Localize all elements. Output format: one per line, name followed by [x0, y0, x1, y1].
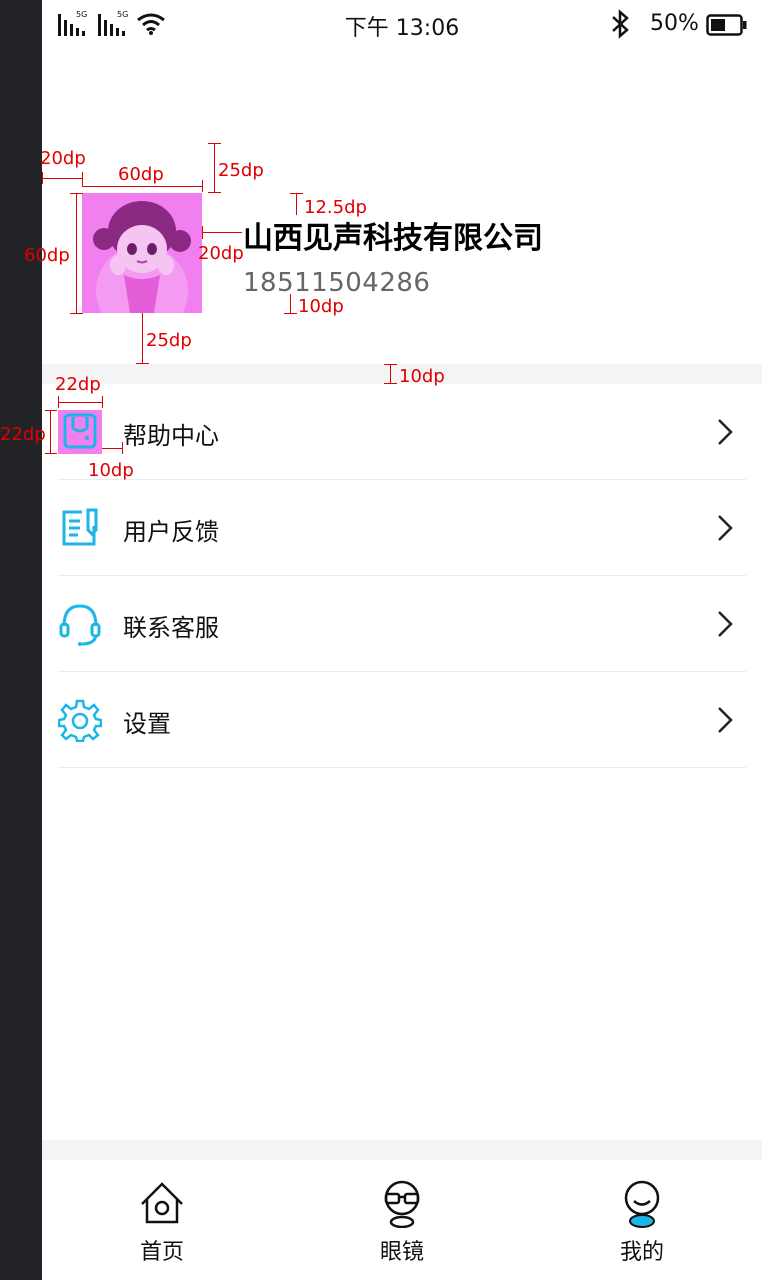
annotation-line	[290, 193, 303, 194]
annotation-icon-text-gap: 10dp	[88, 460, 134, 481]
annotation-line	[384, 364, 397, 365]
headset-icon	[58, 602, 102, 646]
status-time: 下午 13:06	[344, 16, 460, 41]
chevron-right-icon	[718, 419, 733, 445]
battery-percent: 50%	[650, 11, 699, 36]
annotation-line	[82, 186, 202, 187]
annotation-line	[202, 180, 203, 192]
network-type-label: 5G	[76, 10, 88, 19]
feedback-icon	[58, 506, 102, 550]
network-type-label: 5G	[117, 10, 129, 19]
menu-item-label: 设置	[123, 710, 171, 738]
annotation-line	[102, 448, 122, 449]
bottom-tab-bar: 首页 眼镜 我的	[42, 1160, 762, 1280]
menu-separator	[58, 767, 746, 768]
annotation-icon-height: 22dp	[0, 424, 46, 445]
annotation-avatar-width: 60dp	[118, 164, 164, 185]
annotation-line	[202, 226, 203, 239]
menu-item-label: 用户反馈	[123, 518, 219, 546]
menu-item-contact-support[interactable]: 联系客服	[42, 576, 762, 672]
annotation-line	[208, 143, 221, 144]
status-bar: 5G 5G 下午 13:06 50%	[42, 0, 762, 48]
wifi-icon	[137, 13, 165, 35]
annotation-line	[142, 313, 143, 364]
tab-home[interactable]: 首页	[102, 1160, 222, 1280]
annotation-line	[208, 192, 221, 193]
bag-icon	[58, 410, 102, 454]
company-name: 山西见声科技有限公司	[243, 221, 543, 256]
user-avatar[interactable]	[82, 193, 202, 313]
annotation-line	[102, 396, 103, 408]
menu-item-label: 联系客服	[123, 614, 219, 642]
menu-item-help-center[interactable]: 帮助中心	[42, 384, 762, 480]
annotation-phone-gap: 10dp	[298, 296, 344, 317]
tab-glasses[interactable]: 眼镜	[342, 1160, 462, 1280]
annotation-line	[42, 178, 82, 179]
chevron-right-icon	[718, 707, 733, 733]
annotation-line	[122, 442, 123, 454]
annotation-line	[202, 232, 242, 233]
phone-number: 18511504286	[243, 268, 431, 298]
chevron-right-icon	[718, 611, 733, 637]
annotation-line	[58, 402, 102, 403]
annotation-line	[290, 294, 291, 314]
annotation-line	[70, 193, 83, 194]
menu-item-label: 帮助中心	[123, 422, 219, 450]
menu-item-user-feedback[interactable]: 用户反馈	[42, 480, 762, 576]
annotation-line	[42, 172, 43, 184]
annotation-top-space: 25dp	[218, 160, 264, 181]
app-screen: 5G 5G 下午 13:06 50% 山西见声科技有限公司 1851150428…	[0, 0, 762, 1280]
annotation-left-margin: 20dp	[40, 148, 86, 169]
chevron-right-icon	[718, 515, 733, 541]
tabbar-divider	[42, 1140, 762, 1160]
tab-label: 眼镜	[379, 1240, 424, 1265]
glasses-icon	[384, 1180, 420, 1228]
annotation-icon-width: 22dp	[55, 374, 101, 395]
tab-label: 首页	[139, 1240, 184, 1265]
annotation-line	[390, 364, 391, 384]
gear-icon	[57, 698, 103, 743]
annotation-avatar-text-gap: 20dp	[198, 243, 244, 264]
avatar-illustration	[82, 193, 202, 313]
annotation-bottom-space: 25dp	[146, 330, 192, 351]
tab-label: 我的	[619, 1240, 664, 1265]
profile-icon	[624, 1180, 660, 1228]
annotation-line	[70, 313, 83, 314]
bluetooth-icon	[612, 9, 629, 39]
annotation-line	[58, 396, 59, 408]
annotation-line	[50, 410, 51, 454]
left-edge-strip	[0, 0, 42, 1280]
annotation-line	[296, 193, 297, 215]
annotation-line	[76, 193, 77, 313]
home-icon	[141, 1182, 183, 1224]
annotation-name-top: 12.5dp	[304, 197, 367, 218]
annotation-line	[45, 453, 57, 454]
annotation-line	[284, 313, 297, 314]
annotation-line	[82, 172, 83, 186]
annotation-line	[214, 143, 215, 193]
menu-item-settings[interactable]: 设置	[42, 672, 762, 768]
tab-me[interactable]: 我的	[582, 1160, 702, 1280]
annotation-line	[45, 410, 57, 411]
annotation-avatar-height: 60dp	[24, 245, 70, 266]
battery-icon	[706, 14, 747, 36]
